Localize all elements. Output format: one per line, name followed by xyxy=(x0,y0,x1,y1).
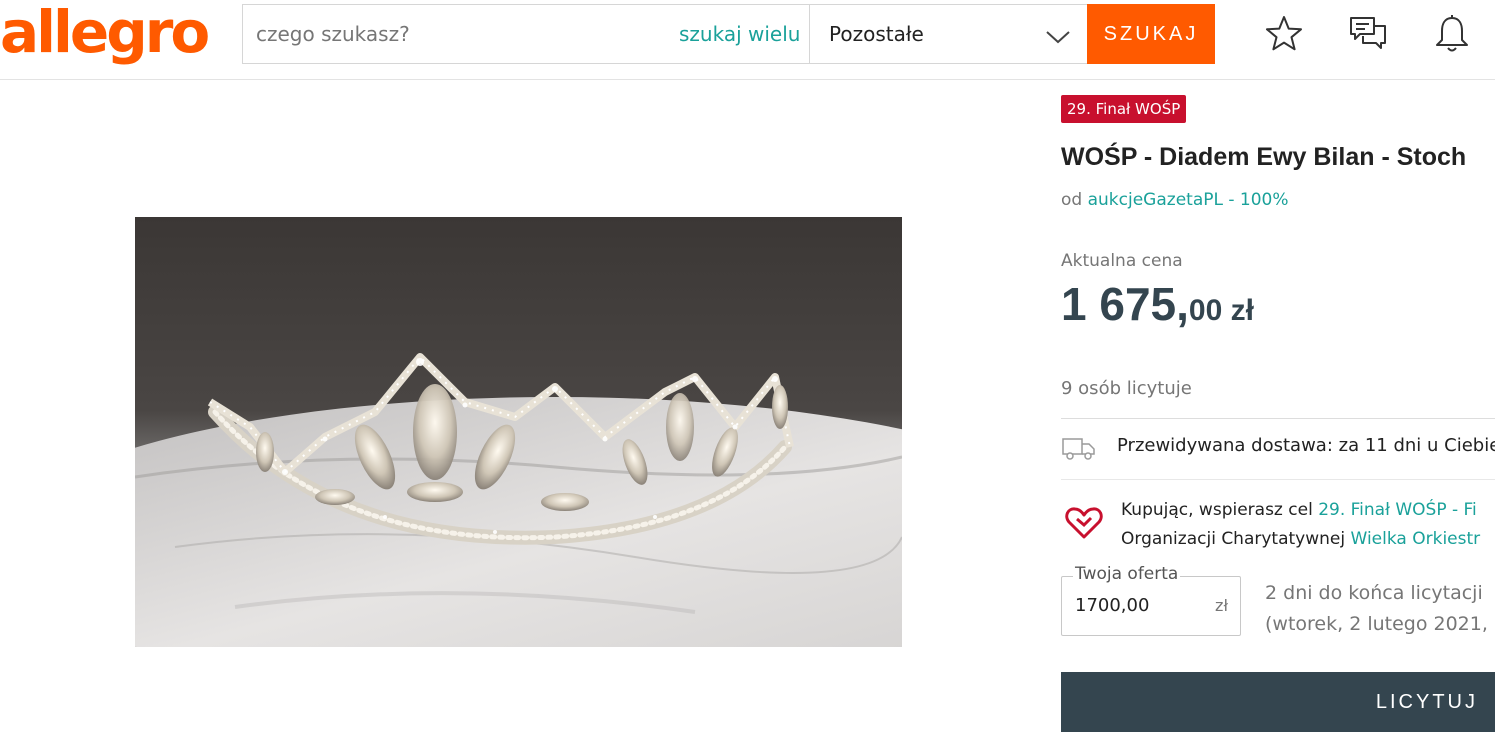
charity-prefix: Kupując, wspierasz cel xyxy=(1121,500,1313,520)
charity-org-prefix: Organizacji Charytatywnej xyxy=(1121,529,1346,549)
auction-end-info: 2 dni do końca licytacji (wtorek, 2 lute… xyxy=(1265,578,1495,640)
offer-input[interactable] xyxy=(1075,595,1195,616)
search-input[interactable] xyxy=(243,5,663,63)
seller-link[interactable]: aukcjeGazetaPL - 100% xyxy=(1088,190,1289,210)
time-left: 2 dni do końca licytacji xyxy=(1265,582,1483,604)
product-title: WOŚP - Diadem Ewy Bilan - Stoch xyxy=(1061,143,1467,171)
offer-label: Twoja oferta xyxy=(1073,564,1181,584)
truck-icon xyxy=(1061,434,1097,464)
product-photo[interactable] xyxy=(135,217,902,647)
bid-button[interactable]: LICYTUJ xyxy=(1061,672,1495,732)
price-cents: 00 zł xyxy=(1188,294,1254,327)
tiara-image xyxy=(135,217,902,647)
category-select-value: Pozostałe xyxy=(829,22,924,46)
heart-icon xyxy=(1065,506,1103,545)
end-date: (wtorek, 2 lutego 2021, 2 xyxy=(1265,613,1495,635)
delivery-row[interactable]: Przewidywana dostawa: za 11 dni u Ciebie xyxy=(1061,432,1495,464)
search-many-link[interactable]: szukaj wielu xyxy=(679,5,800,63)
price-label: Aktualna cena xyxy=(1061,251,1183,271)
bidders-count[interactable]: 9 osób licytuje xyxy=(1061,378,1192,399)
allegro-logo[interactable]: allegro xyxy=(0,2,210,62)
current-price: 1 675,00 zł xyxy=(1061,277,1254,331)
wosp-badge[interactable]: 29. Finał WOŚP xyxy=(1061,95,1187,123)
divider xyxy=(1061,479,1495,480)
price-main: 1 675, xyxy=(1061,278,1189,330)
divider xyxy=(1061,418,1495,419)
category-select[interactable]: Pozostałe xyxy=(809,5,1087,63)
seller-line: od aukcjeGazetaPL - 100% xyxy=(1061,190,1289,210)
charity-info: Kupując, wspierasz cel 29. Finał WOŚP - … xyxy=(1061,496,1495,556)
charity-goal-link[interactable]: 29. Finał WOŚP - Fi xyxy=(1318,500,1477,520)
charity-text: Kupując, wspierasz cel 29. Finał WOŚP - … xyxy=(1121,496,1480,554)
offer-panel: 29. Finał WOŚP WOŚP - Diadem Ewy Bilan -… xyxy=(1061,0,1495,740)
seller-prefix: od xyxy=(1061,190,1083,210)
offer-currency: zł xyxy=(1215,596,1228,615)
offer-field[interactable]: Twoja oferta zł xyxy=(1061,564,1241,636)
delivery-text: Przewidywana dostawa: za 11 dni u Ciebie xyxy=(1117,435,1495,456)
charity-org-link[interactable]: Wielka Orkiestr xyxy=(1351,529,1481,549)
search-bar: szukaj wielu Pozostałe xyxy=(242,4,1087,64)
